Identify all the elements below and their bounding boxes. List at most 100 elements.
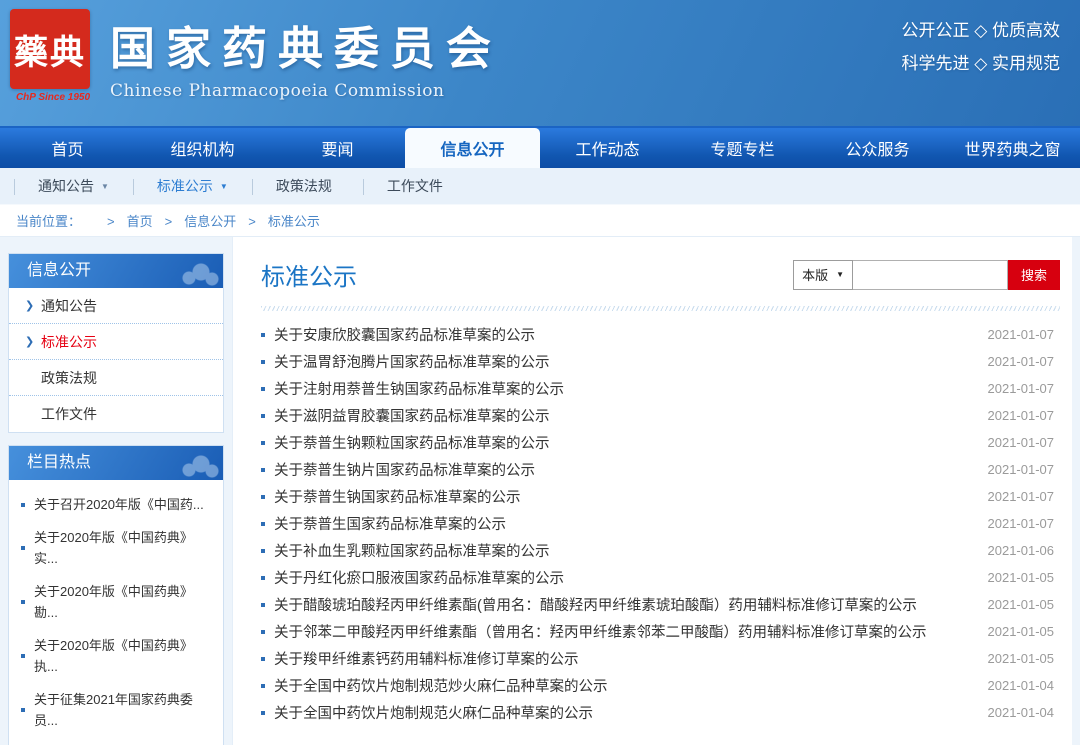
announcement-row-left: 关于注射用萘普生钠国家药品标准草案的公示 bbox=[261, 378, 564, 399]
announcement-date: 2021-01-05 bbox=[988, 597, 1061, 612]
bullet-square-icon bbox=[261, 414, 265, 418]
sidebar-item[interactable]: 政策法规 bbox=[9, 360, 223, 396]
announcement-link[interactable]: 关于萘普生钠片国家药品标准草案的公示 bbox=[274, 459, 535, 480]
sidebar: 信息公开 ❯ 通知公告 ❯ 标准公示 政策法规 bbox=[0, 237, 232, 745]
announcement-link[interactable]: 关于邻苯二甲酸羟丙甲纤维素酯（曾用名：羟丙甲纤维素邻苯二甲酸酯）药用辅料标准修订… bbox=[274, 621, 927, 642]
bullet-square-icon bbox=[261, 333, 265, 337]
bullet-square-icon bbox=[261, 468, 265, 472]
title-separator bbox=[261, 306, 1060, 311]
hot-item-label: 关于征集2021年国家药典委员... bbox=[34, 689, 213, 731]
header-slogans: 公开公正 ◇ 优质高效 科学先进 ◇ 实用规范 bbox=[901, 14, 1060, 80]
announcement-row: 关于萘普生钠片国家药品标准草案的公示 2021-01-07 bbox=[261, 456, 1060, 483]
announcement-link[interactable]: 关于羧甲纤维素钙药用辅料标准修订草案的公示 bbox=[274, 648, 579, 669]
breadcrumb-link[interactable]: 首页 bbox=[95, 211, 153, 230]
main-nav: 首页 组织机构 要闻 信息公开 工作动态 专题专栏 公众服务 世界药典之窗 bbox=[0, 126, 1080, 168]
announcement-date: 2021-01-07 bbox=[988, 435, 1061, 450]
announcement-row: 关于安康欣胶囊国家药品标准草案的公示 2021-01-07 bbox=[261, 321, 1060, 348]
announcement-row-left: 关于羧甲纤维素钙药用辅料标准修订草案的公示 bbox=[261, 648, 579, 669]
search-scope-dropdown[interactable]: 本版 ▼ bbox=[793, 260, 853, 290]
announcement-link[interactable]: 关于萘普生钠颗粒国家药品标准草案的公示 bbox=[274, 432, 550, 453]
site-subtitle: Chinese Pharmacopoeia Commission bbox=[110, 81, 502, 101]
announcement-link[interactable]: 关于萘普生钠国家药品标准草案的公示 bbox=[274, 486, 521, 507]
subnav-item[interactable]: 通知公告 ▼ bbox=[14, 176, 133, 196]
announcement-row-left: 关于萘普生钠片国家药品标准草案的公示 bbox=[261, 459, 535, 480]
subnav-item[interactable]: 标准公示 ▼ bbox=[133, 176, 252, 196]
announcement-row: 关于滋阴益胃胶囊国家药品标准草案的公示 2021-01-07 bbox=[261, 402, 1060, 429]
page-title: 标准公示 bbox=[261, 257, 357, 292]
hot-item-label: 关于召开2020年版《中国药... bbox=[34, 494, 204, 515]
announcement-row-left: 关于滋阴益胃胶囊国家药品标准草案的公示 bbox=[261, 405, 550, 426]
subnav-item[interactable]: 工作文件 bbox=[363, 176, 474, 196]
sidebar-item-label: 工作文件 bbox=[41, 396, 97, 432]
subnav-item-label: 通知公告 bbox=[38, 176, 94, 196]
nav-tab[interactable]: 信息公开 bbox=[405, 128, 540, 168]
nav-tab[interactable]: 公众服务 bbox=[810, 128, 945, 168]
main-panel: 标准公示 本版 ▼ 搜索 关于安康欣胶囊国家药品标准草案的公示 2021 bbox=[232, 237, 1072, 745]
hot-list-item[interactable]: 关于2020年版《中国药典》实... bbox=[21, 521, 213, 575]
nav-tab[interactable]: 世界药典之窗 bbox=[945, 128, 1080, 168]
breadcrumb-prefix: 当前位置： bbox=[16, 211, 81, 230]
search-button[interactable]: 搜索 bbox=[1008, 260, 1060, 290]
subnav-item[interactable]: 政策法规 bbox=[252, 176, 363, 196]
announcement-row-left: 关于萘普生国家药品标准草案的公示 bbox=[261, 513, 506, 534]
announcement-row: 关于醋酸琥珀酸羟丙甲纤维素酯(曾用名：醋酸羟丙甲纤维素琥珀酸酯）药用辅料标准修订… bbox=[261, 591, 1060, 618]
sidebar-item[interactable]: 工作文件 bbox=[9, 396, 223, 432]
announcement-date: 2021-01-07 bbox=[988, 327, 1061, 342]
announcement-row: 关于萘普生钠颗粒国家药品标准草案的公示 2021-01-07 bbox=[261, 429, 1060, 456]
announcement-row: 关于萘普生国家药品标准草案的公示 2021-01-07 bbox=[261, 510, 1060, 537]
bullet-square-icon bbox=[261, 711, 265, 715]
search-input[interactable] bbox=[853, 260, 1008, 290]
announcement-link[interactable]: 关于丹红化瘀口服液国家药品标准草案的公示 bbox=[274, 567, 564, 588]
announcement-row: 关于丹红化瘀口服液国家药品标准草案的公示 2021-01-05 bbox=[261, 564, 1060, 591]
announcement-row-left: 关于邻苯二甲酸羟丙甲纤维素酯（曾用名：羟丙甲纤维素邻苯二甲酸酯）药用辅料标准修订… bbox=[261, 621, 927, 642]
breadcrumb-link[interactable]: 标准公示 bbox=[236, 211, 320, 230]
hot-list-item[interactable]: 关于2020年版《中国药典》执... bbox=[21, 629, 213, 683]
announcement-link[interactable]: 关于全国中药饮片炮制规范火麻仁品种草案的公示 bbox=[274, 702, 593, 723]
dropdown-arrow-icon: ▼ bbox=[836, 270, 844, 279]
announcement-link[interactable]: 关于醋酸琥珀酸羟丙甲纤维素酯(曾用名：醋酸羟丙甲纤维素琥珀酸酯）药用辅料标准修订… bbox=[274, 594, 917, 615]
nav-tab[interactable]: 专题专栏 bbox=[675, 128, 810, 168]
bullet-square-icon bbox=[261, 576, 265, 580]
bullet-square-icon bbox=[261, 684, 265, 688]
brand-block: 国家药典委员会 Chinese Pharmacopoeia Commission bbox=[110, 12, 502, 101]
bullet-square-icon bbox=[261, 441, 265, 445]
announcement-link[interactable]: 关于补血生乳颗粒国家药品标准草案的公示 bbox=[274, 540, 550, 561]
hot-box-title: 栏目热点 bbox=[9, 446, 223, 480]
hot-list-item[interactable]: 关于征集2021年国家药典委员... bbox=[21, 683, 213, 737]
site-logo[interactable]: 藥典 ChP Since 1950 bbox=[10, 9, 96, 103]
sidebar-item[interactable]: ❯ 通知公告 bbox=[9, 288, 223, 324]
announcement-row-left: 关于安康欣胶囊国家药品标准草案的公示 bbox=[261, 324, 535, 345]
nav-tab[interactable]: 要闻 bbox=[270, 128, 405, 168]
sidebar-item[interactable]: ❯ 标准公示 bbox=[9, 324, 223, 360]
announcement-link[interactable]: 关于注射用萘普生钠国家药品标准草案的公示 bbox=[274, 378, 564, 399]
info-box-list: ❯ 通知公告 ❯ 标准公示 政策法规 工作 bbox=[9, 288, 223, 432]
nav-tab[interactable]: 工作动态 bbox=[540, 128, 675, 168]
seal-caption: ChP Since 1950 bbox=[10, 92, 96, 103]
announcement-row: 关于全国中药饮片炮制规范炒火麻仁品种草案的公示 2021-01-04 bbox=[261, 672, 1060, 699]
breadcrumb-links: 首页 信息公开 标准公示 bbox=[95, 211, 320, 230]
nav-tab[interactable]: 首页 bbox=[0, 128, 135, 168]
nav-tab[interactable]: 组织机构 bbox=[135, 128, 270, 168]
announcement-row: 关于注射用萘普生钠国家药品标准草案的公示 2021-01-07 bbox=[261, 375, 1060, 402]
announcement-row-left: 关于丹红化瘀口服液国家药品标准草案的公示 bbox=[261, 567, 564, 588]
hot-list-item[interactable]: 关于2020年版《中国药典》勘... bbox=[21, 575, 213, 629]
announcement-row-left: 关于萘普生钠颗粒国家药品标准草案的公示 bbox=[261, 432, 550, 453]
announcement-link[interactable]: 关于滋阴益胃胶囊国家药品标准草案的公示 bbox=[274, 405, 550, 426]
announcement-link[interactable]: 关于全国中药饮片炮制规范炒火麻仁品种草案的公示 bbox=[274, 675, 608, 696]
announcement-row-left: 关于全国中药饮片炮制规范火麻仁品种草案的公示 bbox=[261, 702, 593, 723]
search-scope-label: 本版 bbox=[802, 265, 828, 284]
announcement-link[interactable]: 关于萘普生国家药品标准草案的公示 bbox=[274, 513, 506, 534]
announcement-link[interactable]: 关于温胃舒泡腾片国家药品标准草案的公示 bbox=[274, 351, 550, 372]
slogan-line-1: 公开公正 ◇ 优质高效 bbox=[901, 14, 1060, 47]
sub-nav: 通知公告 ▼ 标准公示 ▼ 政策法规 工作文件 bbox=[0, 168, 1080, 205]
announcement-link[interactable]: 关于安康欣胶囊国家药品标准草案的公示 bbox=[274, 324, 535, 345]
breadcrumb-link[interactable]: 信息公开 bbox=[153, 211, 237, 230]
bullet-square-icon bbox=[21, 708, 25, 712]
sidebar-item-label: 政策法规 bbox=[41, 360, 97, 396]
chevron-down-icon: ▼ bbox=[101, 182, 109, 191]
main-header: 标准公示 本版 ▼ 搜索 bbox=[261, 237, 1060, 292]
chevron-right-icon: ❯ bbox=[25, 288, 41, 324]
announcement-date: 2021-01-04 bbox=[988, 678, 1061, 693]
hot-list-item[interactable]: 关于召开2020年版《中国药... bbox=[21, 488, 213, 521]
bullet-square-icon bbox=[21, 600, 25, 604]
